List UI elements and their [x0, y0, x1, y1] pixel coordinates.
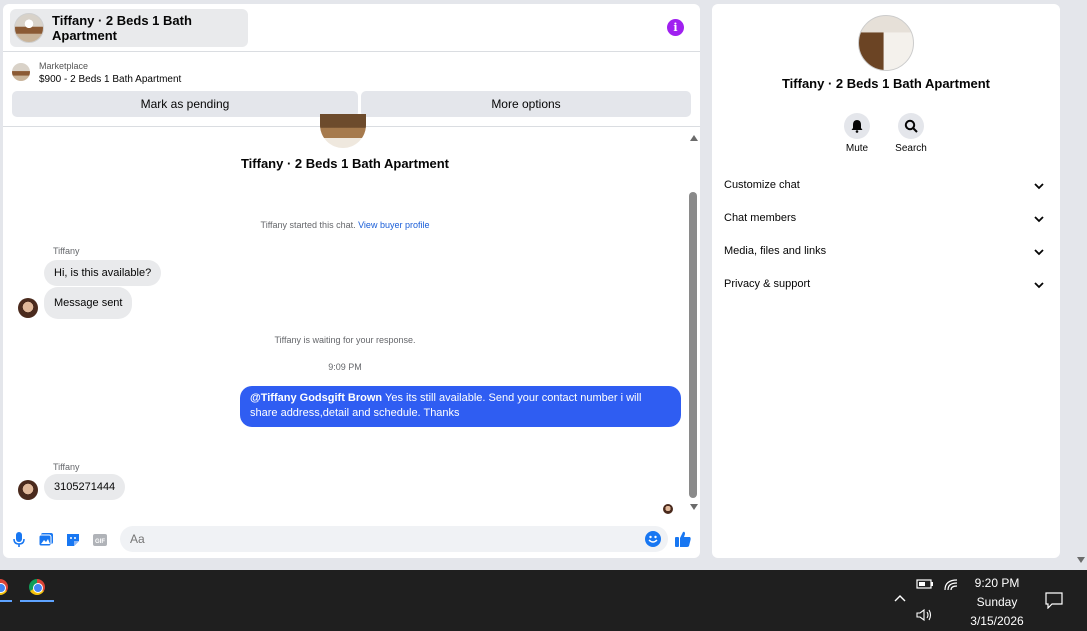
chat-started-text: Tiffany started this chat.	[260, 220, 356, 230]
clock-time: 9:20 PM	[974, 576, 1020, 590]
sticker-icon[interactable]	[65, 532, 81, 548]
photo-icon[interactable]	[38, 532, 54, 548]
seen-indicator-avatar	[663, 504, 673, 514]
taskbar-active-indicator	[0, 600, 12, 602]
wifi-icon[interactable]	[943, 578, 959, 595]
chat-header: Tiffany · 2 Beds 1 Bath Apartment i	[3, 4, 700, 52]
outgoing-message-bubble[interactable]: @Tiffany Godsgift Brown Yes its still av…	[240, 386, 681, 427]
message-scrollbar[interactable]	[687, 130, 699, 514]
clock-date: 3/15/2026	[970, 614, 1024, 628]
page-scroll-down-arrow[interactable]	[1077, 557, 1085, 563]
chrome-icon	[0, 579, 8, 595]
taskbar-app-partial[interactable]	[0, 572, 12, 602]
section-chat-members[interactable]: Chat members	[724, 212, 1048, 232]
chat-title-button[interactable]: Tiffany · 2 Beds 1 Bath Apartment	[10, 9, 248, 47]
section-privacy-support[interactable]: Privacy & support	[724, 278, 1048, 298]
message-list: Tiffany · 2 Beds 1 Bath Apartment Tiffan…	[3, 114, 687, 518]
section-customize-chat[interactable]: Customize chat	[724, 179, 1048, 199]
hero-avatar	[320, 114, 366, 148]
marketplace-label: Marketplace	[39, 61, 89, 71]
section-label: Privacy & support	[724, 278, 811, 290]
taskbar: 9:20 PM Sunday 3/15/2026	[0, 570, 1087, 631]
view-buyer-profile-link[interactable]: View buyer profile	[358, 220, 429, 230]
sender-avatar[interactable]	[18, 480, 38, 500]
mark-pending-button[interactable]: Mark as pending	[12, 91, 358, 117]
gif-icon[interactable]: GIF	[92, 532, 108, 548]
sender-name: Tiffany	[53, 462, 80, 472]
listing-title[interactable]: $900 - 2 Beds 1 Bath Apartment	[39, 74, 181, 85]
message-bubble[interactable]: Hi, is this available?	[44, 260, 162, 286]
chat-info-panel: Tiffany · 2 Beds 1 Bath Apartment Mute S…	[712, 4, 1060, 558]
taskbar-active-indicator	[20, 600, 54, 602]
chat-panel: Tiffany · 2 Beds 1 Bath Apartment i Mark…	[3, 4, 700, 558]
scroll-up-arrow[interactable]	[690, 135, 698, 141]
volume-icon[interactable]	[916, 608, 934, 625]
svg-text:GIF: GIF	[95, 539, 105, 545]
sender-avatar[interactable]	[18, 298, 38, 318]
section-label: Customize chat	[724, 179, 800, 191]
emoji-icon[interactable]	[645, 531, 661, 547]
message-input[interactable]	[120, 526, 668, 552]
microphone-icon[interactable]	[11, 532, 27, 548]
section-media-files-links[interactable]: Media, files and links	[724, 245, 1048, 265]
hero-name: Tiffany · 2 Beds 1 Bath Apartment	[240, 156, 450, 171]
clock-day: Sunday	[976, 595, 1018, 609]
section-label: Chat members	[724, 212, 797, 224]
search-button[interactable]: Search	[891, 113, 931, 154]
taskbar-chrome[interactable]	[20, 572, 54, 602]
section-label: Media, files and links	[724, 245, 827, 257]
listing-thumbnail[interactable]	[12, 63, 30, 81]
search-icon	[898, 113, 924, 139]
info-icon[interactable]: i	[667, 19, 684, 36]
chevron-down-icon	[1034, 214, 1044, 226]
mute-button[interactable]: Mute	[837, 113, 877, 154]
profile-name: Tiffany · 2 Beds 1 Bath Apartment	[781, 76, 991, 91]
scroll-down-arrow[interactable]	[690, 504, 698, 510]
search-label: Search	[895, 143, 927, 154]
composer-bar: GIF	[3, 520, 700, 558]
timestamp: 9:09 PM	[328, 362, 362, 372]
system-clock[interactable]: 9:20 PM Sunday 3/15/2026	[962, 574, 1032, 631]
sender-name: Tiffany	[53, 246, 80, 256]
message-bubble[interactable]: Message sent	[44, 287, 133, 319]
scroll-thumb[interactable]	[689, 192, 697, 498]
chevron-down-icon	[1034, 280, 1044, 292]
battery-icon[interactable]	[916, 578, 934, 593]
mention[interactable]: @Tiffany Godsgift Brown	[250, 392, 382, 404]
chat-avatar	[14, 13, 44, 43]
mute-label: Mute	[845, 143, 869, 154]
waiting-notice: Tiffany is waiting for your response.	[274, 335, 416, 345]
chat-started-notice: Tiffany started this chat. View buyer pr…	[3, 220, 687, 230]
chevron-up-icon[interactable]	[893, 592, 907, 606]
chrome-icon	[29, 579, 45, 595]
profile-avatar[interactable]	[858, 15, 914, 71]
chevron-down-icon	[1034, 181, 1044, 193]
chat-title: Tiffany · 2 Beds 1 Bath Apartment	[52, 13, 192, 43]
notification-icon[interactable]	[1045, 591, 1063, 612]
more-options-button[interactable]: More options	[361, 91, 691, 117]
message-bubble[interactable]: 3105271444	[44, 474, 126, 500]
chevron-down-icon	[1034, 247, 1044, 259]
bell-icon	[844, 113, 870, 139]
like-icon[interactable]	[674, 530, 692, 548]
